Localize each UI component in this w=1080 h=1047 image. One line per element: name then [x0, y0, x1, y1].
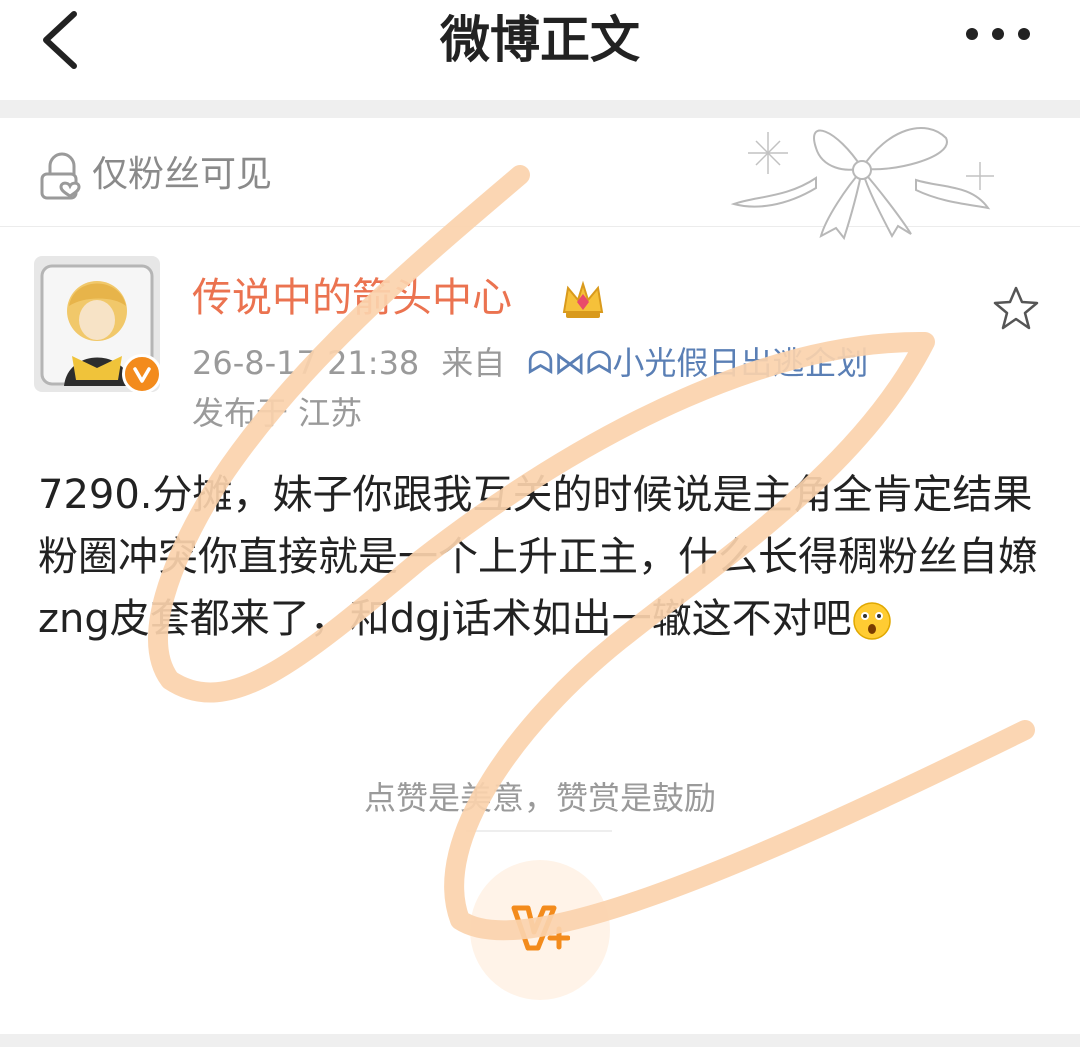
- crown-icon: [562, 280, 604, 318]
- post-meta: 26-8-17 21:38 来自 ᗣ⋈ᗣ小光假日出逃企划: [192, 340, 890, 386]
- more-horizontal-icon[interactable]: [958, 22, 1038, 46]
- visibility-label: 仅粉丝可见: [92, 154, 273, 195]
- post-location: 发布于 江苏: [192, 394, 363, 432]
- post-card: 仅粉丝可见 传说中的箭头中心 26-8-17 21:38 来自 ᗣ⋈ᗣ小光假日出…: [0, 118, 1080, 1034]
- lock-heart-icon: [40, 152, 81, 200]
- post-time: 26-8-17 21:38: [192, 344, 420, 382]
- reward-v-plus-icon: [511, 905, 570, 951]
- bow-decoration-icon: [730, 127, 994, 241]
- reward-prompt: 点赞是美意，赞赏是鼓励: [363, 779, 716, 817]
- shocked-emoji-icon: [852, 602, 891, 640]
- divider: [0, 1034, 1080, 1047]
- page-title: 微博正文: [440, 11, 640, 69]
- post-source-link[interactable]: ᗣ⋈ᗣ小光假日出逃企划: [527, 344, 868, 382]
- from-label: 来自: [441, 344, 506, 382]
- nav-bar: 微博正文: [0, 0, 1080, 100]
- reward-button[interactable]: [470, 860, 610, 1000]
- post-text: 7290.分摊，妹子你跟我互关的时候说是主角全肯定结果粉圈冲突你直接就是一个上升…: [38, 464, 1043, 650]
- divider: [0, 100, 1080, 118]
- visibility-row: 仅粉丝可见: [0, 118, 1080, 241]
- author-name[interactable]: 传说中的箭头中心: [192, 270, 512, 326]
- verified-badge: [122, 354, 162, 394]
- star-icon[interactable]: [990, 284, 1042, 332]
- divider: [466, 830, 612, 832]
